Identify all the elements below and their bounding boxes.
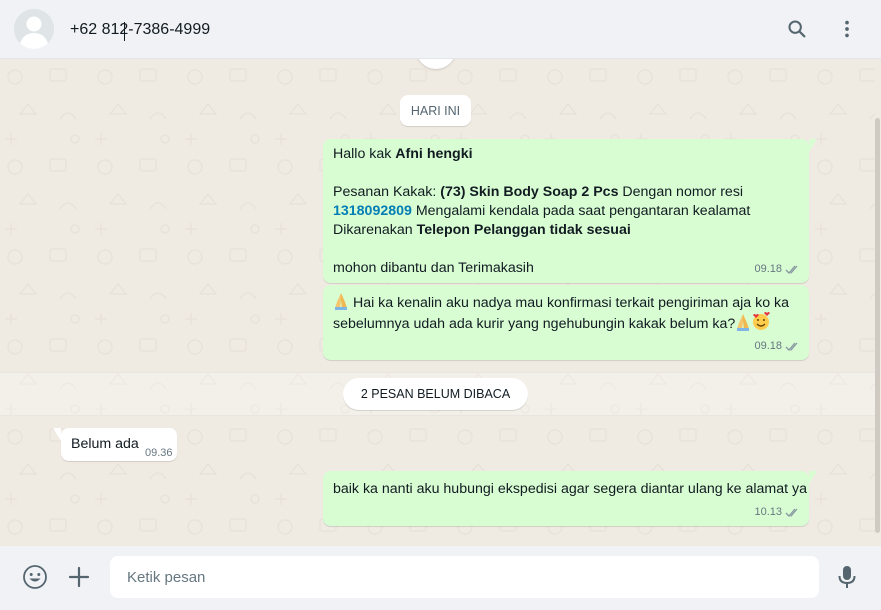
message-incoming[interactable]: Belum ada 09.36 xyxy=(53,428,177,461)
message-time: 09.36 xyxy=(145,447,173,459)
composer-bar xyxy=(0,546,881,610)
text-segment: mohon dibantu dan Terimakasih xyxy=(333,260,534,276)
message-text: baik ka nanti aku hubungi ekspedisi agar… xyxy=(333,481,808,497)
folded-hands-emoji-icon xyxy=(737,314,750,331)
emoji-button[interactable] xyxy=(21,563,49,591)
message-outgoing[interactable]: Hallo kak Afni hengki Pesanan Kakak: (73… xyxy=(323,139,817,283)
text-segment: sebelumnya udah ada kurir yang ngehubung… xyxy=(333,316,736,332)
bubble-tail xyxy=(809,139,817,152)
search-icon xyxy=(788,20,806,38)
text-segment: Mengalami kendala pada saat pengantaran … xyxy=(411,203,751,219)
plus-icon xyxy=(68,566,90,588)
microphone-icon xyxy=(838,566,856,588)
text-segment: Hai ka kenalin aku nadya mau konfirmasi … xyxy=(349,295,790,311)
double-check-icon xyxy=(785,508,798,517)
customer-name: Afni hengki xyxy=(395,146,473,162)
text-segment: Hallo kak xyxy=(333,146,396,162)
message-meta: 09.18 xyxy=(754,337,801,356)
bubble-tail xyxy=(53,428,61,441)
message-time: 09.18 xyxy=(754,263,782,275)
voice-message-button[interactable] xyxy=(833,563,861,591)
text-segment: Dengan nomor resi xyxy=(618,184,744,200)
message-text: Hallo kak Afni hengki Pesanan Kakak: (73… xyxy=(333,145,801,278)
date-divider: HARI INI xyxy=(400,95,471,126)
menu-button[interactable] xyxy=(832,14,862,44)
contact-name[interactable]: +62 812-7386-4999 xyxy=(70,21,210,39)
chat-area[interactable]: HARI INI Hallo kak Afni hengki Pesanan K… xyxy=(0,59,875,546)
folded-hands-emoji-icon xyxy=(335,293,347,310)
text-segment: Pesanan Kakak: xyxy=(333,184,441,200)
kebab-menu-icon xyxy=(845,20,849,38)
order-item: (73) Skin Body Soap 2 Pcs xyxy=(440,184,619,200)
message-input[interactable] xyxy=(110,556,819,598)
contact-avatar[interactable] xyxy=(14,9,54,49)
search-button[interactable] xyxy=(782,14,812,44)
default-avatar-icon xyxy=(14,9,54,49)
emoji-icon xyxy=(23,565,47,589)
unread-divider: 2 PESAN BELUM DIBACA xyxy=(343,378,528,410)
resi-number-link[interactable]: 1318092809 xyxy=(333,203,412,219)
message-outgoing[interactable]: Hai ka kenalin aku nadya mau konfirmasi … xyxy=(323,285,809,360)
message-text: Hai ka kenalin aku nadya mau konfirmasi … xyxy=(333,292,801,332)
text-segment: Dikarenakan xyxy=(333,222,417,238)
message-meta: 10.13 xyxy=(754,503,801,522)
bubble-tail xyxy=(809,471,817,484)
attach-button[interactable] xyxy=(65,563,93,591)
reason: Telepon Pelanggan tidak sesuai xyxy=(416,222,631,238)
chat-header: +62 812-7386-4999 xyxy=(0,0,881,59)
double-check-icon xyxy=(785,265,798,274)
smiling-face-with-hearts-emoji-icon xyxy=(753,312,771,330)
message-time: 10.13 xyxy=(754,506,782,518)
double-check-icon xyxy=(785,342,798,351)
chat-scrollbar-thumb[interactable] xyxy=(875,118,880,533)
message-outgoing[interactable]: baik ka nanti aku hubungi ekspedisi agar… xyxy=(323,471,817,526)
message-time: 09.18 xyxy=(754,340,782,352)
message-meta: 09.18 xyxy=(754,260,801,279)
message-text: Belum ada xyxy=(71,436,139,452)
text-cursor xyxy=(124,22,125,41)
